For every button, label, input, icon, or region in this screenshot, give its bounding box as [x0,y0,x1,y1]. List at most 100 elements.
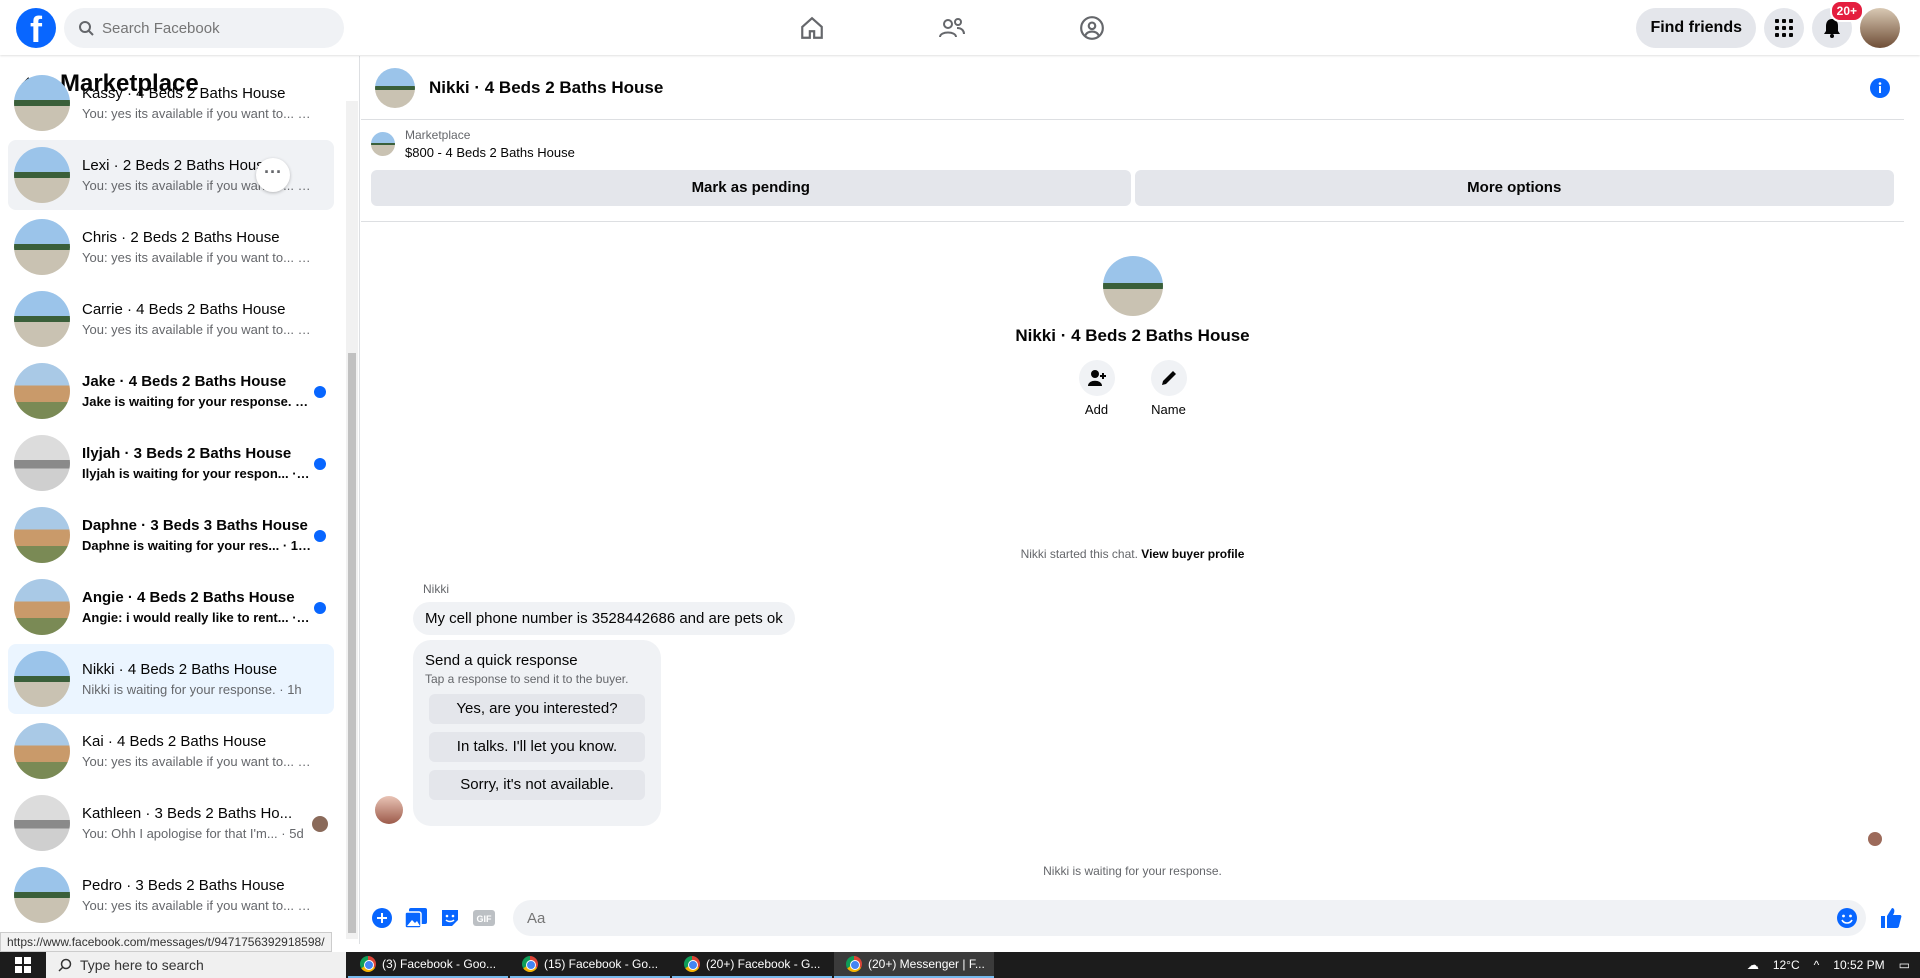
like-icon[interactable] [1878,905,1904,931]
conversation-name: Angie · 4 Beds 2 Baths House [82,589,295,606]
add-label: Add [1084,402,1109,417]
conversation-thumbnail [14,651,70,707]
sender-avatar[interactable] [375,796,403,824]
taskbar-item[interactable]: (3) Facebook - Goo... [348,952,508,978]
search-input[interactable] [102,19,322,37]
conversation-preview: Jake is waiting for your response. · 1h [82,394,312,409]
photo-icon[interactable] [403,905,429,931]
facebook-logo[interactable]: f [16,8,56,48]
conversation-item[interactable]: Chris · 2 Beds 2 Baths House You: yes its… [8,212,334,282]
marketplace-sidebar: Marketplace Kassy · 4 Beds 2 Baths House… [0,56,360,944]
conversation-item[interactable]: Kai · 4 Beds 2 Baths House You: yes its a… [8,716,334,786]
windows-taskbar: Type here to search (3) Facebook - Goo..… [0,952,1920,978]
gif-icon[interactable]: GIF [471,905,497,931]
groups-icon[interactable] [1060,8,1124,48]
search-icon [79,21,94,36]
conversation-preview: You: yes its available if you want to...… [82,250,312,265]
menu-button[interactable] [1764,8,1804,48]
conversation-thumbnail [14,291,70,347]
scrollbar-thumb[interactable] [348,353,356,933]
weather-temp[interactable]: 12°C [1773,958,1800,972]
conversation-time: 4d [306,754,312,769]
message-input-box[interactable] [513,900,1866,936]
sidebar-scrollbar[interactable] [346,101,358,939]
tray-chevron-icon[interactable]: ^ [1814,958,1820,972]
add-action[interactable]: Add [1078,360,1115,417]
conversation-item[interactable]: Kassy · 4 Beds 2 Baths House You: yes its… [8,68,334,138]
conversation-item[interactable]: Pedro · 3 Beds 2 Baths House You: yes its… [8,860,334,930]
conversation-preview: You: yes its available if you want to...… [82,322,312,337]
main-nav [780,8,1124,48]
conversation-name: Kassy · 4 Beds 2 Baths House [82,85,286,102]
sender-name: Nikki [423,582,449,596]
listing-price-title[interactable]: $800 - 4 Beds 2 Baths House [405,145,575,160]
conversation-item[interactable]: Angie · 4 Beds 2 Baths House Angie: i wou… [8,572,334,642]
mark-as-pending-button[interactable]: Mark as pending [371,170,1131,206]
conversation-preview: Daphne is waiting for your res... · 16h [82,538,312,553]
conversation-item[interactable]: Jake · 4 Beds 2 Baths House Jake is waiti… [8,356,334,426]
home-icon[interactable] [780,8,844,48]
chrome-icon [522,956,538,972]
conversation-preview: Angie: i would really like to rent... · … [82,610,312,625]
chat-header: Nikki · 4 Beds 2 Baths House [361,56,1904,120]
find-friends-button[interactable]: Find friends [1636,8,1756,48]
chat-title[interactable]: Nikki · 4 Beds 2 Baths House [429,78,663,98]
conversation-name: Kathleen · 3 Beds 2 Baths Ho... [82,805,293,822]
conversation-item[interactable]: Lexi · 2 Beds 2 Baths House You: yes its … [8,140,334,210]
conversation-item[interactable]: Daphne · 3 Beds 3 Baths House Daphne is w… [8,500,334,570]
notification-center-icon[interactable]: ▭ [1899,958,1910,972]
weather-icon[interactable]: ☁ [1747,958,1759,972]
taskbar-item[interactable]: (15) Facebook - Go... [510,952,670,978]
conversation-preview: Ilyjah is waiting for your respon... · 9… [82,466,312,481]
message-input[interactable] [527,909,1733,927]
conversation-time: 1m [306,250,312,265]
chrome-icon [360,956,376,972]
taskbar-item-active[interactable]: (20+) Messenger | F... [834,952,994,978]
conversation-time: 5d [289,826,304,841]
search-box[interactable] [64,8,344,48]
emoji-icon[interactable] [1836,907,1858,929]
taskbar-item[interactable]: (20+) Facebook - G... [672,952,832,978]
view-buyer-profile-link[interactable]: View buyer profile [1141,547,1244,561]
quick-response-in-talks[interactable]: In talks. I'll let you know. [429,732,645,762]
name-action[interactable]: Name [1150,360,1187,417]
taskbar-search[interactable]: Type here to search [46,952,346,978]
conversation-time: 9h [300,466,312,481]
more-options-button[interactable]: More options [1134,170,1894,206]
conversation-item[interactable]: Nikki · 4 Beds 2 Baths House Nikki is wai… [8,644,334,714]
profile-avatar[interactable] [1860,8,1900,48]
conversation-item[interactable]: Carrie · 4 Beds 2 Baths House You: yes it… [8,284,334,354]
windows-start-icon[interactable] [0,952,46,978]
seen-avatar [1868,832,1882,846]
conversation-item[interactable]: Ilyjah · 3 Beds 2 Baths House Ilyjah is w… [8,428,334,498]
chrome-icon [846,956,862,972]
info-icon[interactable] [1870,78,1890,98]
quick-response-interested[interactable]: Yes, are you interested? [429,694,645,724]
sticker-icon[interactable] [437,905,463,931]
notifications-button[interactable]: 20+ [1812,0,1864,48]
plus-icon[interactable] [369,905,395,931]
conversation-item[interactable]: Kathleen · 3 Beds 2 Baths Ho... You: Ohh … [8,788,334,858]
conversation-thumbnail [14,147,70,203]
unread-dot [314,530,326,542]
conversation-name: Pedro · 3 Beds 2 Baths House [82,877,285,894]
conversation-thumbnail [14,219,70,275]
listing-thumbnail[interactable] [371,132,395,156]
conversation-time: 1d [300,610,312,625]
quick-response-not-available[interactable]: Sorry, it's not available. [429,770,645,800]
friends-icon[interactable] [920,8,984,48]
conversation-preview: You: yes its available if you want to...… [82,106,312,121]
unread-dot [314,602,326,614]
chat-thumbnail[interactable] [375,67,415,108]
top-right-actions: Find friends 20+ [1636,0,1900,48]
unread-dot [314,458,326,470]
conversation-thumbnail [14,723,70,779]
conversation-more-button[interactable]: ··· [256,158,290,192]
taskbar-search-icon [58,958,72,972]
message-bubble[interactable]: My cell phone number is 3528442686 and a… [413,602,795,635]
conversation-time: 1h [287,682,302,697]
conversation-preview: You: yes its available if you want to...… [82,898,312,913]
conversation-time: 1w [306,898,312,913]
conversation-time: 1h [303,394,312,409]
clock[interactable]: 10:52 PM [1833,958,1884,972]
